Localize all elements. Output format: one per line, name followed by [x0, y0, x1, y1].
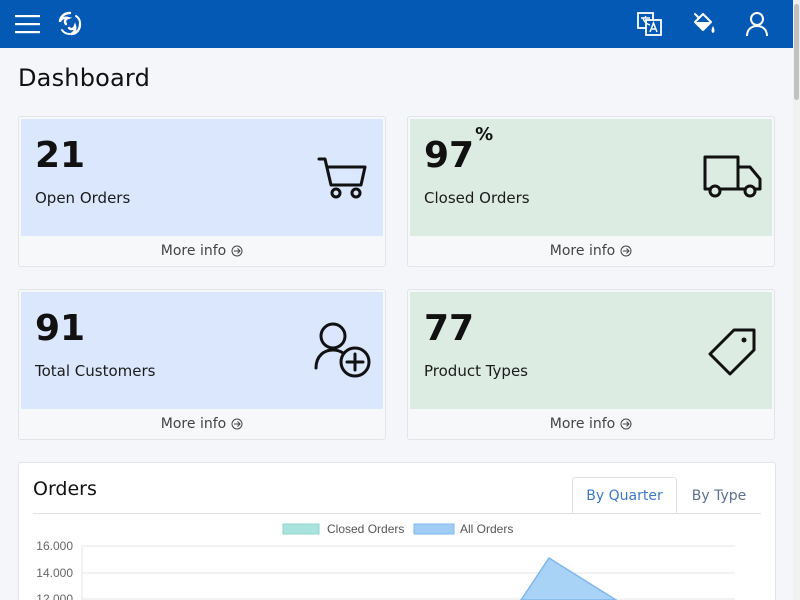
orders-panel: Orders By Quarter By Type — [18, 462, 776, 600]
card-value: 77 — [424, 308, 475, 349]
card-value-unit: % — [475, 124, 494, 145]
product-types-card: 77 Product Types More info — [407, 289, 775, 440]
menu-icon[interactable] — [15, 13, 41, 35]
card-body: 21 Open Orders — [21, 119, 383, 236]
card-value: 91 — [35, 308, 86, 349]
user-icon[interactable] — [745, 11, 769, 37]
more-info-link[interactable]: More info — [19, 236, 385, 266]
circle-arrow-right-icon — [231, 418, 243, 430]
tabs-divider — [33, 513, 761, 514]
top-navigation-bar — [0, 0, 793, 48]
card-label: Product Types — [424, 362, 528, 380]
more-info-label: More info — [549, 416, 616, 432]
orders-title: Orders — [33, 478, 97, 500]
card-body: 77 Product Types — [410, 292, 772, 409]
more-info-link[interactable]: More info — [408, 409, 774, 439]
translate-icon[interactable] — [637, 12, 663, 37]
circle-arrow-right-icon — [231, 245, 243, 257]
more-info-link[interactable]: More info — [19, 409, 385, 439]
card-label: Closed Orders — [424, 189, 530, 207]
more-info-link[interactable]: More info — [408, 236, 774, 266]
more-info-label: More info — [160, 243, 227, 259]
card-label: Open Orders — [35, 189, 131, 207]
add-user-icon — [314, 322, 371, 378]
card-body: 97% Closed Orders — [410, 119, 772, 236]
truck-icon — [703, 155, 762, 198]
circle-arrow-right-icon — [620, 245, 632, 257]
scrollbar-thumb[interactable] — [794, 4, 799, 100]
tab-by-quarter[interactable]: By Quarter — [572, 477, 677, 514]
page-title: Dashboard — [18, 64, 151, 92]
card-value: 97% — [424, 124, 494, 176]
page-scrollbar[interactable] — [793, 0, 800, 600]
card-body: 91 Total Customers — [21, 292, 383, 409]
paint-bucket-icon[interactable] — [690, 11, 718, 37]
card-value: 21 — [35, 135, 86, 176]
open-orders-card: 21 Open Orders More info — [18, 116, 386, 267]
tag-icon — [708, 328, 756, 376]
more-info-label: More info — [549, 243, 616, 259]
cart-icon — [317, 157, 367, 199]
circle-arrow-right-icon — [620, 418, 632, 430]
more-info-label: More info — [160, 416, 227, 432]
total-customers-card: 91 Total Customers More info — [18, 289, 386, 440]
closed-orders-card: 97% Closed Orders More info — [407, 116, 775, 267]
logo-icon[interactable] — [56, 10, 84, 38]
tab-by-type[interactable]: By Type — [679, 477, 759, 514]
card-label: Total Customers — [35, 362, 156, 380]
